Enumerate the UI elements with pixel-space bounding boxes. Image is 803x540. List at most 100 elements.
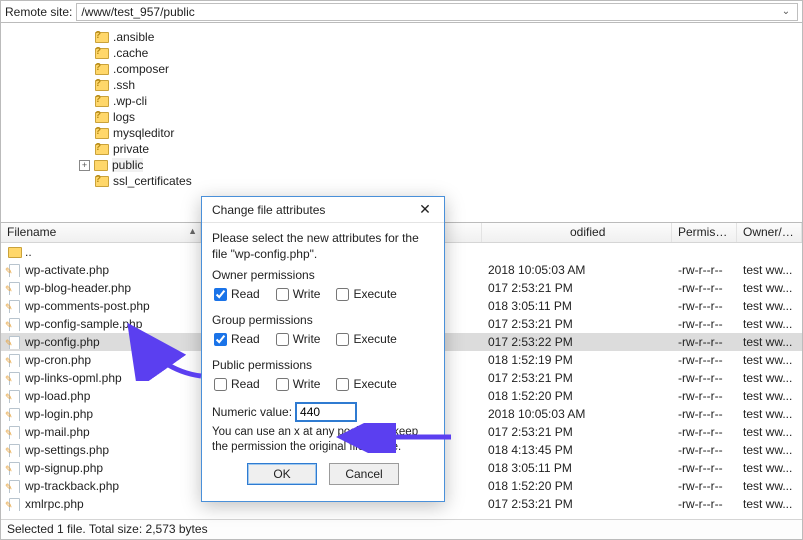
file-modified: 017 2:53:22 PM <box>482 335 672 349</box>
chevron-down-icon[interactable]: ⌄ <box>779 5 793 19</box>
tree-item[interactable]: mysqleditor <box>1 125 802 141</box>
group-read-checkbox[interactable]: Read <box>214 332 260 346</box>
col-owner-label: Owner/G... <box>743 225 801 239</box>
file-name: wp-cron.php <box>25 353 91 367</box>
cancel-button[interactable]: Cancel <box>329 463 399 485</box>
sort-arrow-icon: ▲ <box>188 226 197 236</box>
tree-item[interactable]: ssl_certificates <box>1 173 802 189</box>
folder-icon <box>94 158 108 172</box>
file-icon <box>7 335 21 349</box>
file-name: wp-load.php <box>25 389 90 403</box>
file-icon <box>7 479 21 493</box>
file-name: wp-mail.php <box>25 425 90 439</box>
dialog-titlebar[interactable]: Change file attributes ✕ <box>202 197 444 223</box>
tree-item[interactable]: private <box>1 141 802 157</box>
file-name: wp-comments-post.php <box>25 299 150 313</box>
file-modified: 017 2:53:21 PM <box>482 425 672 439</box>
expand-icon[interactable]: + <box>79 160 90 171</box>
file-modified: 018 4:13:45 PM <box>482 443 672 457</box>
tree-item[interactable]: .ssh <box>1 77 802 93</box>
file-modified: 018 1:52:19 PM <box>482 353 672 367</box>
file-permissions: -rw-r--r-- <box>672 353 737 367</box>
tree-item[interactable]: .composer <box>1 61 802 77</box>
file-icon <box>7 353 21 367</box>
file-name: wp-login.php <box>25 407 93 421</box>
file-owner: test ww... <box>737 335 802 349</box>
numeric-value-input[interactable] <box>296 403 356 421</box>
file-modified: 018 1:52:20 PM <box>482 479 672 493</box>
folder-icon <box>95 94 109 108</box>
file-icon <box>7 299 21 313</box>
file-owner: test ww... <box>737 371 802 385</box>
remote-path-input[interactable]: /www/test_957/public ⌄ <box>76 3 798 21</box>
file-name: wp-config.php <box>25 335 100 349</box>
dialog-foot-note: You can use an x at any position to keep… <box>212 425 434 455</box>
public-write-checkbox[interactable]: Write <box>276 377 321 391</box>
col-filename[interactable]: Filename ▲ <box>1 223 201 242</box>
tree-item-label: .wp-cli <box>113 94 147 108</box>
file-icon <box>7 371 21 385</box>
file-name: wp-settings.php <box>25 443 109 457</box>
file-owner: test ww... <box>737 299 802 313</box>
file-owner: test ww... <box>737 425 802 439</box>
folder-icon <box>95 62 109 76</box>
dialog-intro-text: Please select the new attributes for the… <box>212 231 434 262</box>
file-permissions: -rw-r--r-- <box>672 425 737 439</box>
remote-directory-tree[interactable]: .ansible.cache.composer.ssh .wp-clilogsmy… <box>1 23 802 223</box>
tree-item[interactable]: .ansible <box>1 29 802 45</box>
remote-path-bar: Remote site: /www/test_957/public ⌄ <box>1 1 802 23</box>
file-icon <box>7 281 21 295</box>
tree-item-label: ssl_certificates <box>113 174 192 188</box>
group-execute-checkbox[interactable]: Execute <box>336 332 396 346</box>
file-name: wp-blog-header.php <box>25 281 131 295</box>
file-name: xmlrpc.php <box>25 497 84 511</box>
col-modified[interactable]: odified <box>482 223 672 242</box>
col-modified-label: odified <box>570 225 605 239</box>
owner-read-checkbox[interactable]: Read <box>214 287 260 301</box>
tree-item[interactable]: +public <box>1 157 802 173</box>
file-owner: test ww... <box>737 317 802 331</box>
file-owner: test ww... <box>737 407 802 421</box>
close-icon[interactable]: ✕ <box>414 199 436 221</box>
tree-item[interactable]: .wp-cli <box>1 93 802 109</box>
tree-item-label: mysqleditor <box>113 126 174 140</box>
remote-site-label: Remote site: <box>5 5 72 19</box>
file-icon <box>7 263 21 277</box>
file-name: wp-activate.php <box>25 263 109 277</box>
file-permissions: -rw-r--r-- <box>672 299 737 313</box>
file-modified: 2018 10:05:03 AM <box>482 263 672 277</box>
col-owner[interactable]: Owner/G... <box>737 223 802 242</box>
owner-execute-checkbox[interactable]: Execute <box>336 287 396 301</box>
folder-icon <box>95 142 109 156</box>
file-owner: test ww... <box>737 389 802 403</box>
file-permissions: -rw-r--r-- <box>672 479 737 493</box>
tree-item[interactable]: logs <box>1 109 802 125</box>
group-permissions-group: Group permissions Read Write Execute <box>212 313 434 352</box>
owner-permissions-title: Owner permissions <box>212 268 434 282</box>
numeric-value-label: Numeric value: <box>212 405 292 419</box>
file-modified: 017 2:53:21 PM <box>482 497 672 511</box>
owner-write-checkbox[interactable]: Write <box>276 287 321 301</box>
public-permissions-title: Public permissions <box>212 358 434 372</box>
ok-button[interactable]: OK <box>247 463 317 485</box>
file-permissions: -rw-r--r-- <box>672 317 737 331</box>
file-permissions: -rw-r--r-- <box>672 443 737 457</box>
folder-icon <box>95 78 109 92</box>
col-permissions[interactable]: Permissi... <box>672 223 737 242</box>
tree-item-label: .ssh <box>113 78 135 92</box>
file-name: wp-links-opml.php <box>25 371 122 385</box>
file-name: .. <box>25 245 32 259</box>
file-modified: 017 2:53:21 PM <box>482 371 672 385</box>
up-folder-icon <box>7 245 21 259</box>
owner-permissions-group: Owner permissions Read Write Execute <box>212 268 434 307</box>
group-write-checkbox[interactable]: Write <box>276 332 321 346</box>
public-execute-checkbox[interactable]: Execute <box>336 377 396 391</box>
file-owner: test ww... <box>737 497 802 511</box>
file-permissions: -rw-r--r-- <box>672 335 737 349</box>
public-read-checkbox[interactable]: Read <box>214 377 260 391</box>
file-permissions: -rw-r--r-- <box>672 461 737 475</box>
file-permissions: -rw-r--r-- <box>672 281 737 295</box>
file-permissions: -rw-r--r-- <box>672 407 737 421</box>
file-owner: test ww... <box>737 353 802 367</box>
tree-item[interactable]: .cache <box>1 45 802 61</box>
